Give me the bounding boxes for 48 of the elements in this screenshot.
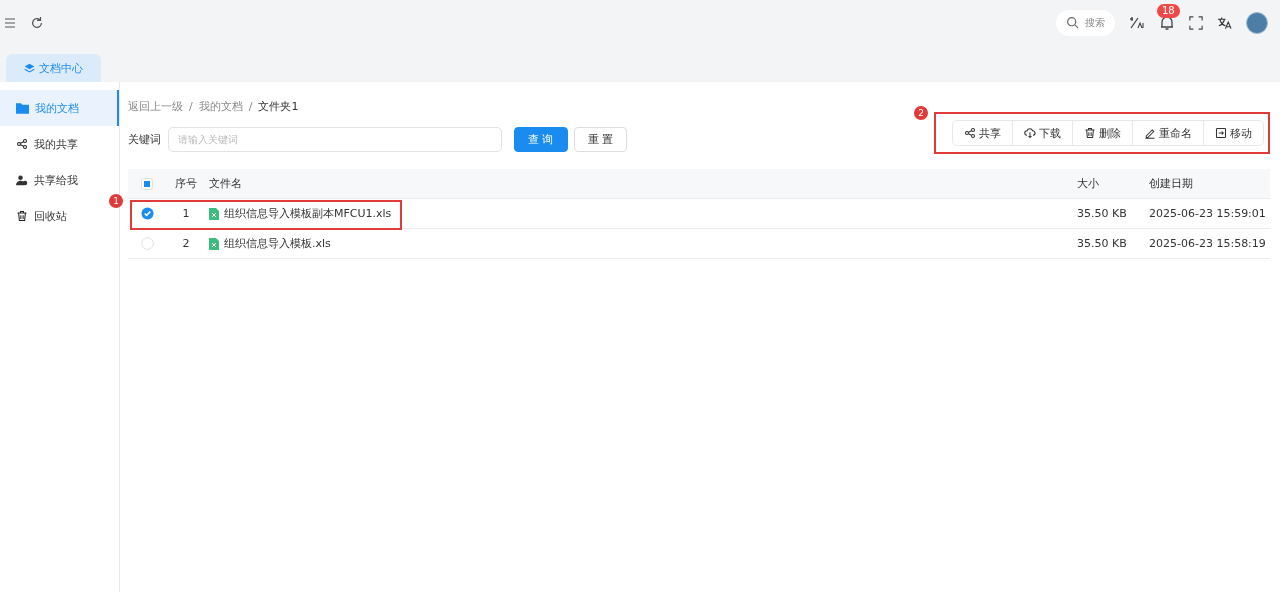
sidebar-item[interactable]: 回收站 (0, 198, 77, 234)
pencil-icon (1144, 127, 1156, 139)
notification-badge: 18 (1157, 3, 1180, 18)
table-cell-text: 35.50 KB (1076, 207, 1128, 220)
column-header: 文件名 (208, 176, 243, 191)
folder-icon (16, 102, 29, 114)
user-avatar[interactable] (1246, 11, 1268, 34)
ai-icon[interactable] (1129, 15, 1145, 30)
share-icon (964, 127, 976, 139)
keyword-label: 关键词 (128, 131, 161, 147)
breadcrumb-separator: / (189, 99, 193, 113)
row-checkbox[interactable] (140, 237, 154, 250)
breadcrumb-link[interactable]: 返回上一级 (128, 98, 183, 114)
spreadsheet-file-icon (209, 237, 219, 250)
row-checkbox[interactable] (140, 207, 154, 220)
column-header: 大小 (1076, 176, 1100, 191)
table-cell-text: 1 (181, 207, 191, 220)
share-icon (16, 138, 28, 150)
search-placeholder: 搜索 (1085, 15, 1105, 30)
annotation-number: 2 (914, 106, 928, 120)
layers-icon (24, 62, 35, 74)
column-header: 序号 (174, 176, 198, 191)
table-cell-text: 2025-06-23 15:58:19 (1148, 237, 1267, 250)
search-icon (1066, 16, 1079, 29)
column-header: 创建日期 (1148, 176, 1194, 191)
breadcrumb-link[interactable]: 我的文档 (198, 98, 243, 114)
keyword-input[interactable]: 请输入关键词 (168, 126, 502, 152)
file-name[interactable]: 组织信息导入模板.xls (206, 236, 1074, 251)
spreadsheet-file-icon (209, 207, 219, 220)
search-field[interactable]: 搜索 (1056, 9, 1115, 36)
users-icon (16, 174, 28, 186)
refresh-icon[interactable] (30, 15, 44, 30)
sidebar-item[interactable]: 我的共享 (0, 126, 88, 162)
fullscreen-icon[interactable] (1189, 15, 1203, 30)
table-cell-text: 2 (181, 237, 191, 250)
trash-icon (1084, 127, 1096, 139)
trash-icon (16, 210, 28, 222)
cloud-download-icon (1024, 127, 1036, 139)
table-cell-text: 2025-06-23 15:59:01 (1148, 207, 1267, 220)
reset-button[interactable]: 重 置 (573, 126, 627, 152)
select-all-checkbox[interactable] (141, 177, 153, 190)
annotation-number: 1 (109, 194, 123, 208)
breadcrumb-separator: / (248, 99, 253, 113)
sidebar-item[interactable]: 共享给我 (0, 162, 88, 198)
move-icon (1215, 127, 1227, 139)
translate-icon[interactable] (1217, 15, 1232, 30)
file-name[interactable]: 组织信息导入模板副本MFCU1.xls (206, 206, 1074, 221)
table-cell-text: 35.50 KB (1076, 237, 1128, 250)
